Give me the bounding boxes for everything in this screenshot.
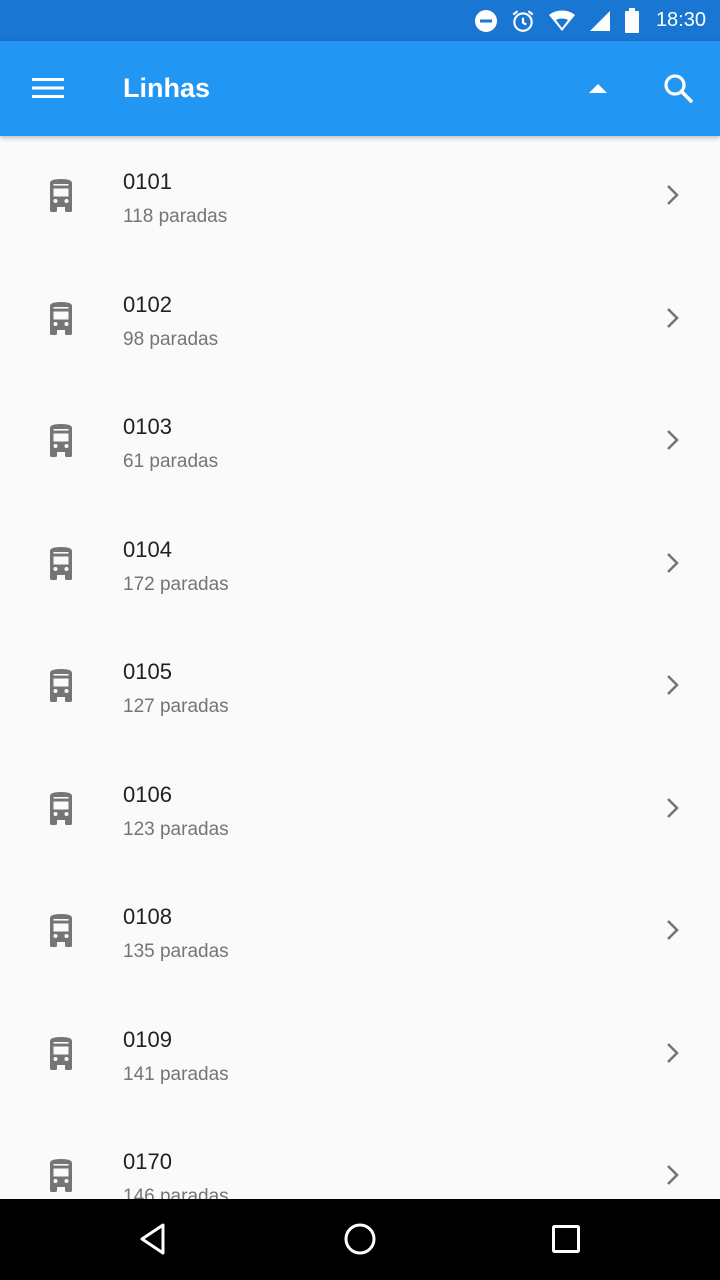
- chevron-right-icon: [667, 430, 679, 450]
- system-nav-bar: [0, 1199, 720, 1280]
- bus-icon: [50, 1159, 72, 1192]
- chevron-right-icon: [667, 797, 679, 818]
- bus-icon: [50, 791, 72, 825]
- list-item-0101[interactable]: 0101 118 paradas: [0, 136, 720, 259]
- bus-icon: [50, 546, 72, 580]
- line-stops-count: 98 paradas: [123, 328, 219, 350]
- recents-icon: [552, 1225, 580, 1253]
- recents-button[interactable]: [542, 1215, 590, 1263]
- back-button[interactable]: [129, 1215, 177, 1263]
- chevron-right-icon: [667, 1165, 679, 1185]
- list-item-0102[interactable]: 0102 98 paradas: [0, 259, 720, 382]
- line-name: 0104: [123, 536, 172, 562]
- line-stops-count: 118 paradas: [123, 206, 228, 227]
- app-bar: Linhas: [0, 41, 720, 136]
- menu-icon: [32, 78, 64, 98]
- sort-button[interactable]: [574, 64, 622, 112]
- line-name: 0103: [123, 414, 172, 439]
- wifi-icon: [548, 9, 576, 33]
- chevron-right-icon: [667, 552, 679, 573]
- line-name: 0105: [123, 659, 172, 684]
- line-stops-count: 135 paradas: [123, 941, 229, 962]
- list-item-0109[interactable]: 0109 141 paradas: [0, 994, 720, 1117]
- line-name: 0108: [123, 904, 172, 929]
- lines-list[interactable]: 0101 118 paradas 0102 98 paradas 0103 61…: [0, 136, 720, 1199]
- line-name: 0102: [123, 291, 172, 317]
- list-item-0104[interactable]: 0104 172 paradas: [0, 504, 720, 627]
- line-stops-count: 172 paradas: [123, 573, 229, 595]
- menu-button[interactable]: [24, 64, 72, 112]
- list-item-0170[interactable]: 0170 146 paradas: [0, 1116, 720, 1199]
- bus-icon: [50, 301, 72, 335]
- alarm-icon: [510, 8, 536, 34]
- list-item-0105[interactable]: 0105 127 paradas: [0, 626, 720, 749]
- arrow-drop-up-icon: [589, 84, 607, 93]
- home-icon: [344, 1223, 376, 1255]
- page-title: Linhas: [123, 73, 211, 103]
- line-name: 0109: [123, 1026, 172, 1052]
- line-stops-count: 146 paradas: [123, 1186, 229, 1199]
- search-button[interactable]: [654, 64, 702, 112]
- list-item-0106[interactable]: 0106 123 paradas: [0, 749, 720, 872]
- bus-icon: [50, 179, 72, 212]
- bus-icon: [50, 914, 72, 947]
- status-time: 18:30: [655, 9, 706, 31]
- chevron-right-icon: [667, 307, 679, 328]
- line-name: 0170: [123, 1149, 172, 1174]
- list-item-0103[interactable]: 0103 61 paradas: [0, 381, 720, 504]
- chevron-right-icon: [667, 675, 679, 695]
- line-stops-count: 127 paradas: [123, 696, 229, 717]
- back-icon: [140, 1223, 165, 1255]
- bus-icon: [50, 424, 72, 457]
- battery-icon: [624, 7, 640, 34]
- search-icon: [664, 74, 693, 103]
- home-button[interactable]: [336, 1215, 384, 1263]
- bus-icon: [50, 669, 72, 702]
- line-name: 0101: [123, 169, 172, 194]
- chevron-right-icon: [667, 185, 679, 205]
- chevron-right-icon: [667, 1042, 679, 1063]
- status-bar: 18:30: [0, 0, 720, 41]
- bus-icon: [50, 1036, 72, 1070]
- chevron-right-icon: [667, 920, 679, 940]
- signal-icon: [588, 9, 612, 33]
- line-stops-count: 141 paradas: [123, 1063, 229, 1085]
- line-stops-count: 123 paradas: [123, 818, 229, 840]
- do-not-disturb-icon: [474, 9, 498, 33]
- list-item-0108[interactable]: 0108 135 paradas: [0, 871, 720, 994]
- line-stops-count: 61 paradas: [123, 451, 219, 472]
- line-name: 0106: [123, 781, 172, 807]
